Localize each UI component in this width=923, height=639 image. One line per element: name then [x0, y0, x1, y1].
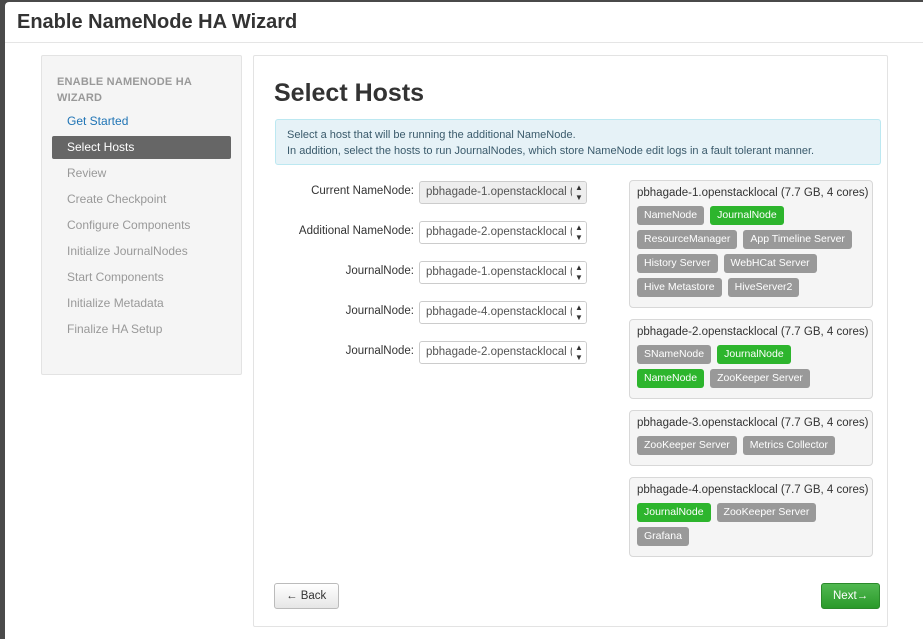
component-list: JournalNode ZooKeeper Server Grafana — [637, 503, 866, 551]
step-select-hosts[interactable]: Select Hosts — [52, 136, 231, 159]
step-configure-components: Configure Components — [67, 218, 191, 232]
component-badge: Metrics Collector — [742, 436, 835, 455]
host-card: pbhagade-4.openstacklocal (7.7 GB, 4 cor… — [629, 477, 873, 557]
step-finalize-ha-setup: Finalize HA Setup — [67, 322, 163, 336]
host-name: pbhagade-1.openstacklocal (7.7 GB, 4 cor… — [637, 187, 869, 199]
step-review: Review — [67, 166, 107, 180]
assignment-label: Current NameNode: — [311, 185, 414, 197]
assignment-row: Current NameNode: pbhagade-1.openstacklo… — [274, 181, 589, 204]
component-badge: SNameNode — [637, 345, 712, 364]
host-card: pbhagade-3.openstacklocal (7.7 GB, 4 cor… — [629, 410, 873, 466]
assignment-label: JournalNode: — [345, 305, 414, 317]
alert-line-1: Select a host that will be running the a… — [287, 129, 576, 141]
component-badge: Grafana — [637, 527, 689, 546]
host-name: pbhagade-2.openstacklocal (7.7 GB, 4 cor… — [637, 326, 869, 338]
host-card: pbhagade-1.openstacklocal (7.7 GB, 4 cor… — [629, 180, 873, 308]
page-title: Select Hosts — [274, 79, 425, 107]
component-badge: NameNode — [637, 206, 705, 225]
assignment-row: Additional NameNode: pbhagade-2.openstac… — [274, 221, 589, 244]
select-value: pbhagade-2.openstacklocal (7.7 GB, 4 cor… — [426, 346, 586, 358]
step-get-started[interactable]: Get Started — [52, 110, 231, 133]
modal-title: Enable NameNode HA Wizard — [5, 2, 923, 43]
assignment-row: JournalNode: pbhagade-4.openstacklocal (… — [274, 301, 589, 324]
select-value: pbhagade-1.openstacklocal (7.7 GB, 4 cor… — [426, 186, 586, 198]
sidebar-heading: ENABLE NAMENODE HA WIZARD — [57, 76, 192, 104]
component-list: SNameNode JournalNode NameNode ZooKeeper… — [637, 345, 866, 393]
select-value: pbhagade-1.openstacklocal (7.7 GB, 4 cor… — [426, 266, 586, 278]
component-badge: Hive Metastore — [637, 278, 722, 297]
select-arrows-icon: ▲ ▼ — [572, 302, 586, 323]
journalnode-select-2[interactable]: pbhagade-4.openstacklocal (7.7 GB, 4 cor… — [419, 301, 587, 324]
component-list: ZooKeeper Server Metrics Collector — [637, 436, 866, 460]
assignment-row: JournalNode: pbhagade-2.openstacklocal (… — [274, 341, 589, 364]
component-badge: History Server — [637, 254, 718, 273]
step-start-components: Start Components — [67, 270, 164, 284]
select-value: pbhagade-4.openstacklocal (7.7 GB, 4 cor… — [426, 306, 586, 318]
journalnode-select-1[interactable]: pbhagade-1.openstacklocal (7.7 GB, 4 cor… — [419, 261, 587, 284]
journalnode-select-3[interactable]: pbhagade-2.openstacklocal (7.7 GB, 4 cor… — [419, 341, 587, 364]
step-create-checkpoint: Create Checkpoint — [67, 192, 167, 206]
select-arrows-icon: ▲ ▼ — [572, 182, 586, 203]
select-arrows-icon: ▲ ▼ — [572, 262, 586, 283]
component-badge-new: JournalNode — [637, 503, 711, 522]
step-initialize-metadata: Initialize Metadata — [67, 296, 164, 310]
component-badge: App Timeline Server — [743, 230, 852, 249]
component-badge: HiveServer2 — [727, 278, 800, 297]
wizard-modal: Enable NameNode HA Wizard ENABLE NAMENOD… — [5, 2, 923, 639]
current-namenode-select: pbhagade-1.openstacklocal (7.7 GB, 4 cor… — [419, 181, 587, 204]
host-name: pbhagade-3.openstacklocal (7.7 GB, 4 cor… — [637, 417, 869, 429]
alert-line-2: In addition, select the hosts to run Jou… — [287, 145, 815, 157]
assignment-label: Additional NameNode: — [298, 225, 414, 237]
component-badge: WebHCat Server — [723, 254, 817, 273]
component-badge: ZooKeeper Server — [710, 369, 810, 388]
assignment-row: JournalNode: pbhagade-1.openstacklocal (… — [274, 261, 589, 284]
info-alert: Select a host that will be running the a… — [275, 119, 881, 165]
wizard-sidebar: ENABLE NAMENODE HA WIZARD Get Started Se… — [41, 55, 242, 375]
component-badge-new: JournalNode — [710, 206, 784, 225]
component-badge: ResourceManager — [637, 230, 738, 249]
select-arrows-icon: ▲ ▼ — [572, 342, 586, 363]
component-badge-new: JournalNode — [717, 345, 791, 364]
component-badge: ZooKeeper Server — [637, 436, 737, 455]
host-name: pbhagade-4.openstacklocal (7.7 GB, 4 cor… — [637, 484, 869, 496]
assignment-label: JournalNode: — [345, 345, 414, 357]
select-value: pbhagade-2.openstacklocal (7.7 GB, 4 cor… — [426, 226, 586, 238]
next-button[interactable]: Next→ — [821, 583, 880, 609]
component-badge: ZooKeeper Server — [716, 503, 817, 522]
select-arrows-icon: ▲ ▼ — [572, 222, 586, 243]
host-card: pbhagade-2.openstacklocal (7.7 GB, 4 cor… — [629, 319, 873, 399]
component-badge-new: NameNode — [637, 369, 705, 388]
step-initialize-journalnodes: Initialize JournalNodes — [67, 244, 188, 258]
component-list: NameNode JournalNode ResourceManager App… — [637, 206, 866, 302]
additional-namenode-select[interactable]: pbhagade-2.openstacklocal (7.7 GB, 4 cor… — [419, 221, 587, 244]
wizard-content: Select Hosts Select a host that will be … — [253, 55, 888, 627]
assignment-label: JournalNode: — [345, 265, 414, 277]
back-button[interactable]: ← Back — [274, 583, 339, 609]
